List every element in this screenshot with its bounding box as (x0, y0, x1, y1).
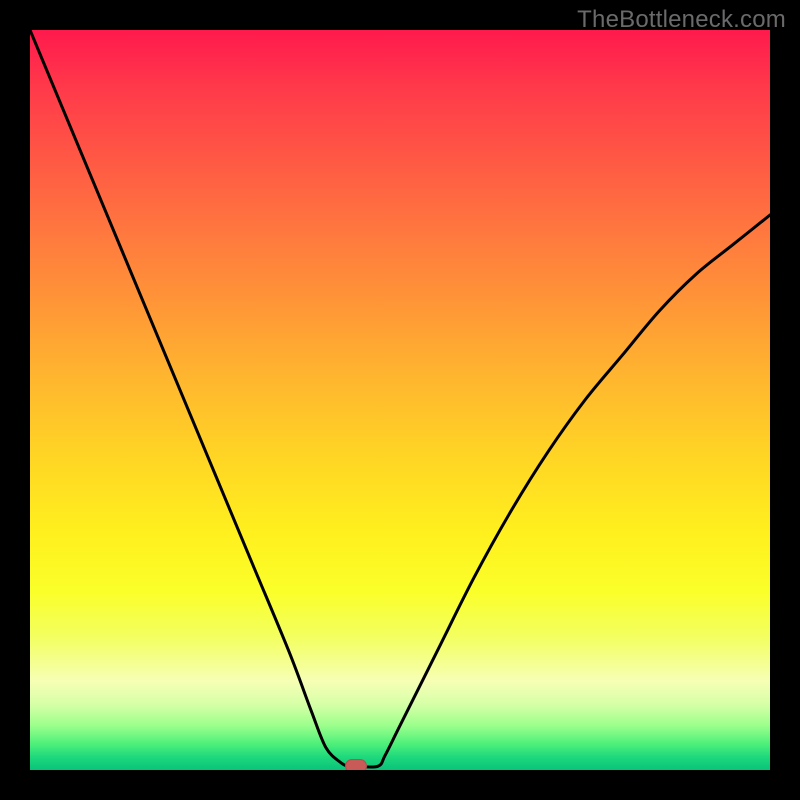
chart-frame: TheBottleneck.com (0, 0, 800, 800)
bottleneck-curve (30, 30, 770, 767)
minimum-marker (345, 759, 367, 770)
plot-area (30, 30, 770, 770)
watermark-text: TheBottleneck.com (577, 6, 786, 34)
curve-layer (30, 30, 770, 770)
